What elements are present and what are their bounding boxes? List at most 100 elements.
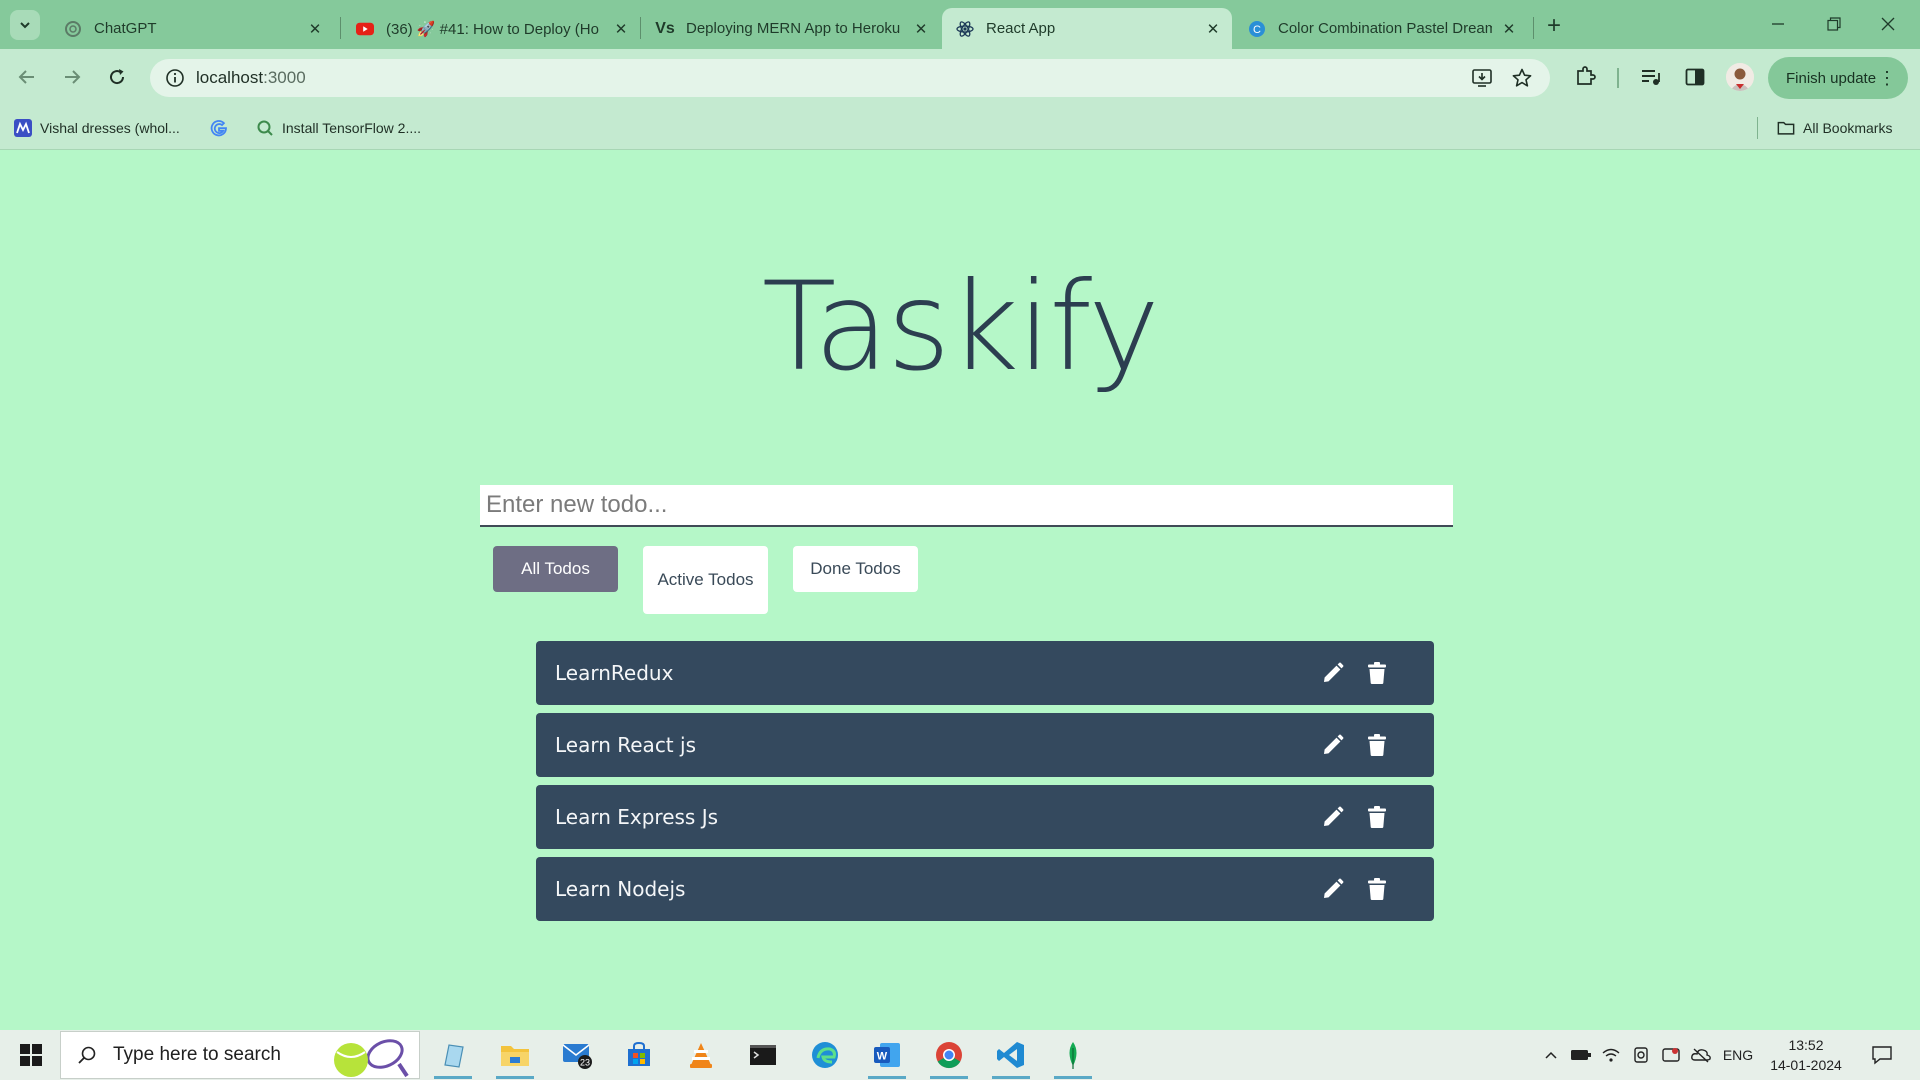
todo-item[interactable]: Learn Express Js — [536, 785, 1434, 849]
language-indicator[interactable]: ENG — [1718, 1030, 1758, 1080]
url-host: localhost — [196, 68, 264, 87]
taskbar-mail[interactable]: 23 — [552, 1033, 602, 1077]
arrow-left-icon — [18, 70, 34, 84]
todo-text: LearnRedux — [555, 661, 674, 685]
reload-button[interactable] — [100, 60, 134, 94]
taskbar-vlc[interactable] — [676, 1033, 726, 1077]
all-todos-button[interactable]: All Todos — [493, 546, 618, 592]
pencil-icon[interactable] — [1321, 661, 1345, 685]
show-hidden-icons[interactable] — [1538, 1030, 1564, 1080]
battery-icon[interactable] — [1568, 1030, 1594, 1080]
bookmark-install-tensorflow[interactable]: Install TensorFlow 2.... — [256, 116, 421, 140]
side-panel-icon[interactable] — [1680, 62, 1710, 92]
bookmark-google[interactable] — [210, 116, 236, 140]
taskbar-clock[interactable]: 13:52 14-01-2024 — [1760, 1035, 1852, 1075]
tennis-racket-icon — [334, 1039, 409, 1078]
new-todo-input[interactable] — [480, 485, 1453, 527]
close-icon[interactable]: ✕ — [306, 20, 324, 38]
svg-text:C: C — [1253, 24, 1261, 36]
close-window-button[interactable] — [1868, 8, 1908, 40]
taskbar-store[interactable] — [614, 1033, 664, 1077]
trash-icon[interactable] — [1365, 805, 1389, 829]
todo-item[interactable]: LearnRedux — [536, 641, 1434, 705]
tab-chatgpt[interactable]: ChatGPT ✕ — [50, 8, 334, 49]
toolbar-divider — [1617, 68, 1619, 88]
todo-item[interactable]: Learn Nodejs — [536, 857, 1434, 921]
tab-react-app[interactable]: React App ✕ — [942, 8, 1232, 49]
address-bar[interactable]: localhost:3000 — [150, 59, 1550, 97]
folder-icon — [501, 1046, 529, 1066]
site-info-icon[interactable] — [164, 67, 186, 89]
bookmark-label: Vishal dresses (whol... — [40, 120, 180, 136]
tab-divider — [1533, 17, 1534, 39]
wifi-icon[interactable] — [1598, 1030, 1624, 1080]
notepad-icon — [444, 1044, 464, 1068]
pencil-icon[interactable] — [1321, 877, 1345, 901]
device-icon[interactable] — [1628, 1030, 1654, 1080]
vlc-icon — [690, 1043, 712, 1068]
taskbar-word[interactable]: W — [862, 1033, 912, 1079]
profile-avatar[interactable] — [1726, 63, 1754, 91]
install-app-icon[interactable] — [1470, 66, 1494, 90]
restore-button[interactable] — [1814, 8, 1854, 40]
search-icon — [75, 1043, 99, 1067]
bookmark-star-icon[interactable] — [1510, 66, 1534, 90]
all-bookmarks-button[interactable]: All Bookmarks — [1777, 116, 1892, 140]
bookmarks-divider — [1757, 117, 1758, 139]
browser-toolbar: localhost:3000 Finish update ⋮ — [0, 49, 1920, 107]
taskbar-search-box[interactable]: Type here to search — [60, 1031, 420, 1079]
chrome-icon — [936, 1042, 962, 1069]
q-icon — [256, 119, 274, 137]
close-icon[interactable]: ✕ — [612, 20, 630, 38]
tab-search-button[interactable] — [10, 10, 40, 40]
clock-time: 13:52 — [1788, 1037, 1824, 1053]
canva-icon: C — [1248, 20, 1266, 38]
notifications-button[interactable] — [1864, 1030, 1900, 1080]
todo-text: Learn Nodejs — [555, 877, 686, 901]
mongodb-leaf-icon — [1069, 1042, 1077, 1069]
finish-update-button[interactable]: Finish update ⋮ — [1768, 57, 1908, 99]
taskbar-terminal[interactable] — [738, 1033, 788, 1077]
windows-icon — [20, 1044, 42, 1066]
minimize-button[interactable] — [1758, 8, 1798, 40]
done-todos-button[interactable]: Done Todos — [793, 546, 918, 592]
cloud-offline-icon[interactable] — [1688, 1030, 1714, 1080]
taskbar-notepad[interactable] — [428, 1033, 478, 1079]
new-tab-button[interactable]: + — [1540, 12, 1568, 40]
active-todos-button[interactable]: Active Todos — [643, 546, 768, 614]
close-icon[interactable]: ✕ — [1204, 20, 1222, 38]
media-controls-icon[interactable] — [1636, 62, 1666, 92]
tab-label: Deploying MERN App to Heroku — [686, 20, 901, 37]
back-button[interactable] — [10, 60, 44, 94]
close-icon[interactable]: ✕ — [912, 20, 930, 38]
page-title: Taskify — [761, 256, 1160, 398]
taskbar-file-explorer[interactable] — [490, 1033, 540, 1079]
todo-list: LearnRedux Learn React js Learn Express … — [536, 641, 1434, 929]
bookmarks-bar: Vishal dresses (whol... Install TensorFl… — [0, 107, 1920, 150]
trash-icon[interactable] — [1365, 733, 1389, 757]
pencil-icon[interactable] — [1321, 805, 1345, 829]
trash-icon[interactable] — [1365, 661, 1389, 685]
pencil-icon[interactable] — [1321, 733, 1345, 757]
todo-item[interactable]: Learn React js — [536, 713, 1434, 777]
start-button[interactable] — [8, 1035, 54, 1075]
taskbar-chrome[interactable] — [924, 1033, 974, 1079]
taskbar-edge[interactable] — [800, 1033, 850, 1077]
bookmark-vishal-dresses[interactable]: Vishal dresses (whol... — [14, 116, 180, 140]
url-text: localhost:3000 — [196, 68, 306, 88]
extensions-icon[interactable] — [1570, 62, 1600, 92]
chevron-up-icon — [1545, 1051, 1557, 1059]
url-port: :3000 — [263, 68, 306, 87]
trash-icon[interactable] — [1365, 877, 1389, 901]
taskbar-vscode[interactable] — [986, 1033, 1036, 1079]
tab-divider — [340, 17, 341, 39]
store-icon — [628, 1041, 650, 1066]
tab-color-combination[interactable]: C Color Combination Pastel Dream ✕ — [1234, 8, 1528, 49]
close-icon[interactable]: ✕ — [1500, 20, 1518, 38]
tab-deploying-mern[interactable]: Vs Deploying MERN App to Heroku ✕ — [642, 8, 940, 49]
terminal-icon — [750, 1045, 776, 1065]
forward-button[interactable] — [55, 60, 89, 94]
tab-youtube[interactable]: (36) 🚀 #41: How to Deploy (Ho ✕ — [342, 8, 640, 49]
meet-now-icon[interactable] — [1658, 1030, 1684, 1080]
taskbar-mongodb[interactable] — [1048, 1033, 1098, 1079]
